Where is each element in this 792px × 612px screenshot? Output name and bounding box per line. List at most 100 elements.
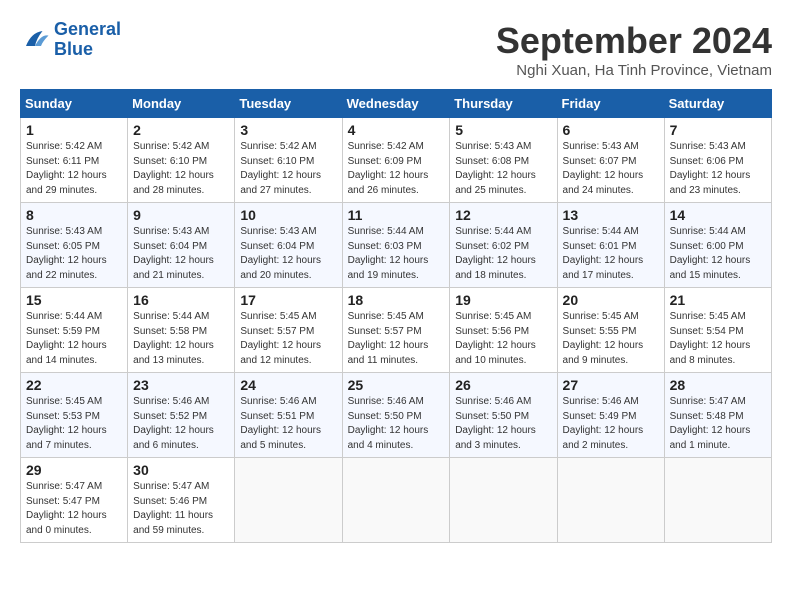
day-info: Sunrise: 5:42 AM Sunset: 6:11 PM Dayligh…: [26, 140, 122, 198]
day-number: 27: [563, 377, 659, 393]
calendar-cell: 20 Sunrise: 5:45 AM Sunset: 5:55 PM Dayl…: [557, 288, 664, 373]
day-number: 25: [348, 377, 445, 393]
day-number: 23: [133, 377, 229, 393]
day-number: 22: [26, 377, 122, 393]
header-thursday: Thursday: [450, 90, 557, 118]
calendar-cell: 30 Sunrise: 5:47 AM Sunset: 5:46 PM Dayl…: [128, 458, 235, 543]
calendar-cell: [235, 458, 342, 543]
calendar-cell: 6 Sunrise: 5:43 AM Sunset: 6:07 PM Dayli…: [557, 118, 664, 203]
day-number: 17: [240, 292, 336, 308]
day-number: 11: [348, 207, 445, 223]
day-number: 30: [133, 462, 229, 478]
day-info: Sunrise: 5:45 AM Sunset: 5:56 PM Dayligh…: [455, 310, 551, 368]
calendar-cell: 16 Sunrise: 5:44 AM Sunset: 5:58 PM Dayl…: [128, 288, 235, 373]
calendar-cell: 11 Sunrise: 5:44 AM Sunset: 6:03 PM Dayl…: [342, 203, 450, 288]
calendar-cell: 15 Sunrise: 5:44 AM Sunset: 5:59 PM Dayl…: [21, 288, 128, 373]
day-number: 12: [455, 207, 551, 223]
day-number: 14: [670, 207, 766, 223]
day-info: Sunrise: 5:47 AM Sunset: 5:47 PM Dayligh…: [26, 480, 122, 538]
calendar-cell: 19 Sunrise: 5:45 AM Sunset: 5:56 PM Dayl…: [450, 288, 557, 373]
day-number: 5: [455, 122, 551, 138]
day-number: 9: [133, 207, 229, 223]
day-info: Sunrise: 5:43 AM Sunset: 6:04 PM Dayligh…: [240, 225, 336, 283]
calendar-cell: 13 Sunrise: 5:44 AM Sunset: 6:01 PM Dayl…: [557, 203, 664, 288]
calendar-cell: 2 Sunrise: 5:42 AM Sunset: 6:10 PM Dayli…: [128, 118, 235, 203]
calendar-cell: 14 Sunrise: 5:44 AM Sunset: 6:00 PM Dayl…: [664, 203, 771, 288]
header-friday: Friday: [557, 90, 664, 118]
page-header: General Blue September 2024 Nghi Xuan, H…: [20, 20, 772, 79]
day-info: Sunrise: 5:43 AM Sunset: 6:05 PM Dayligh…: [26, 225, 122, 283]
header-saturday: Saturday: [664, 90, 771, 118]
calendar-cell: 12 Sunrise: 5:44 AM Sunset: 6:02 PM Dayl…: [450, 203, 557, 288]
header-monday: Monday: [128, 90, 235, 118]
day-info: Sunrise: 5:45 AM Sunset: 5:57 PM Dayligh…: [348, 310, 445, 368]
day-number: 15: [26, 292, 122, 308]
calendar-cell: 1 Sunrise: 5:42 AM Sunset: 6:11 PM Dayli…: [21, 118, 128, 203]
day-info: Sunrise: 5:46 AM Sunset: 5:49 PM Dayligh…: [563, 395, 659, 453]
calendar-cell: 27 Sunrise: 5:46 AM Sunset: 5:49 PM Dayl…: [557, 373, 664, 458]
day-number: 29: [26, 462, 122, 478]
calendar-cell: 3 Sunrise: 5:42 AM Sunset: 6:10 PM Dayli…: [235, 118, 342, 203]
day-number: 21: [670, 292, 766, 308]
calendar-cell: 25 Sunrise: 5:46 AM Sunset: 5:50 PM Dayl…: [342, 373, 450, 458]
calendar-cell: 28 Sunrise: 5:47 AM Sunset: 5:48 PM Dayl…: [664, 373, 771, 458]
day-number: 16: [133, 292, 229, 308]
calendar-cell: 18 Sunrise: 5:45 AM Sunset: 5:57 PM Dayl…: [342, 288, 450, 373]
calendar-cell: 4 Sunrise: 5:42 AM Sunset: 6:09 PM Dayli…: [342, 118, 450, 203]
calendar-cell: [557, 458, 664, 543]
day-number: 24: [240, 377, 336, 393]
calendar-week-row: 29 Sunrise: 5:47 AM Sunset: 5:47 PM Dayl…: [21, 458, 772, 543]
day-info: Sunrise: 5:42 AM Sunset: 6:10 PM Dayligh…: [240, 140, 336, 198]
day-number: 3: [240, 122, 336, 138]
day-number: 18: [348, 292, 445, 308]
day-number: 26: [455, 377, 551, 393]
calendar-week-row: 8 Sunrise: 5:43 AM Sunset: 6:05 PM Dayli…: [21, 203, 772, 288]
day-info: Sunrise: 5:45 AM Sunset: 5:57 PM Dayligh…: [240, 310, 336, 368]
day-number: 10: [240, 207, 336, 223]
calendar-header-row: Sunday Monday Tuesday Wednesday Thursday…: [21, 90, 772, 118]
day-info: Sunrise: 5:46 AM Sunset: 5:52 PM Dayligh…: [133, 395, 229, 453]
calendar-cell: 10 Sunrise: 5:43 AM Sunset: 6:04 PM Dayl…: [235, 203, 342, 288]
month-title: September 2024: [496, 20, 772, 62]
calendar-cell: 29 Sunrise: 5:47 AM Sunset: 5:47 PM Dayl…: [21, 458, 128, 543]
calendar-cell: 26 Sunrise: 5:46 AM Sunset: 5:50 PM Dayl…: [450, 373, 557, 458]
day-info: Sunrise: 5:43 AM Sunset: 6:06 PM Dayligh…: [670, 140, 766, 198]
calendar-cell: 24 Sunrise: 5:46 AM Sunset: 5:51 PM Dayl…: [235, 373, 342, 458]
day-info: Sunrise: 5:44 AM Sunset: 6:02 PM Dayligh…: [455, 225, 551, 283]
day-info: Sunrise: 5:42 AM Sunset: 6:10 PM Dayligh…: [133, 140, 229, 198]
day-number: 8: [26, 207, 122, 223]
day-info: Sunrise: 5:44 AM Sunset: 5:59 PM Dayligh…: [26, 310, 122, 368]
calendar-cell: 22 Sunrise: 5:45 AM Sunset: 5:53 PM Dayl…: [21, 373, 128, 458]
day-number: 6: [563, 122, 659, 138]
calendar-cell: 5 Sunrise: 5:43 AM Sunset: 6:08 PM Dayli…: [450, 118, 557, 203]
day-number: 20: [563, 292, 659, 308]
day-number: 28: [670, 377, 766, 393]
calendar-week-row: 22 Sunrise: 5:45 AM Sunset: 5:53 PM Dayl…: [21, 373, 772, 458]
day-info: Sunrise: 5:47 AM Sunset: 5:48 PM Dayligh…: [670, 395, 766, 453]
calendar-cell: 23 Sunrise: 5:46 AM Sunset: 5:52 PM Dayl…: [128, 373, 235, 458]
day-number: 7: [670, 122, 766, 138]
calendar-cell: 7 Sunrise: 5:43 AM Sunset: 6:06 PM Dayli…: [664, 118, 771, 203]
day-info: Sunrise: 5:43 AM Sunset: 6:07 PM Dayligh…: [563, 140, 659, 198]
calendar-cell: [450, 458, 557, 543]
logo-bird-icon: [20, 25, 50, 55]
day-info: Sunrise: 5:46 AM Sunset: 5:50 PM Dayligh…: [455, 395, 551, 453]
day-info: Sunrise: 5:42 AM Sunset: 6:09 PM Dayligh…: [348, 140, 445, 198]
day-info: Sunrise: 5:44 AM Sunset: 5:58 PM Dayligh…: [133, 310, 229, 368]
calendar-week-row: 1 Sunrise: 5:42 AM Sunset: 6:11 PM Dayli…: [21, 118, 772, 203]
day-info: Sunrise: 5:46 AM Sunset: 5:50 PM Dayligh…: [348, 395, 445, 453]
calendar-cell: [664, 458, 771, 543]
calendar-cell: [342, 458, 450, 543]
day-info: Sunrise: 5:47 AM Sunset: 5:46 PM Dayligh…: [133, 480, 229, 538]
day-info: Sunrise: 5:46 AM Sunset: 5:51 PM Dayligh…: [240, 395, 336, 453]
day-info: Sunrise: 5:44 AM Sunset: 6:00 PM Dayligh…: [670, 225, 766, 283]
day-number: 2: [133, 122, 229, 138]
header-sunday: Sunday: [21, 90, 128, 118]
day-info: Sunrise: 5:43 AM Sunset: 6:04 PM Dayligh…: [133, 225, 229, 283]
location: Nghi Xuan, Ha Tinh Province, Vietnam: [496, 62, 772, 79]
calendar-cell: 8 Sunrise: 5:43 AM Sunset: 6:05 PM Dayli…: [21, 203, 128, 288]
header-tuesday: Tuesday: [235, 90, 342, 118]
logo: General Blue: [20, 20, 121, 60]
day-number: 1: [26, 122, 122, 138]
calendar-table: Sunday Monday Tuesday Wednesday Thursday…: [20, 89, 772, 543]
